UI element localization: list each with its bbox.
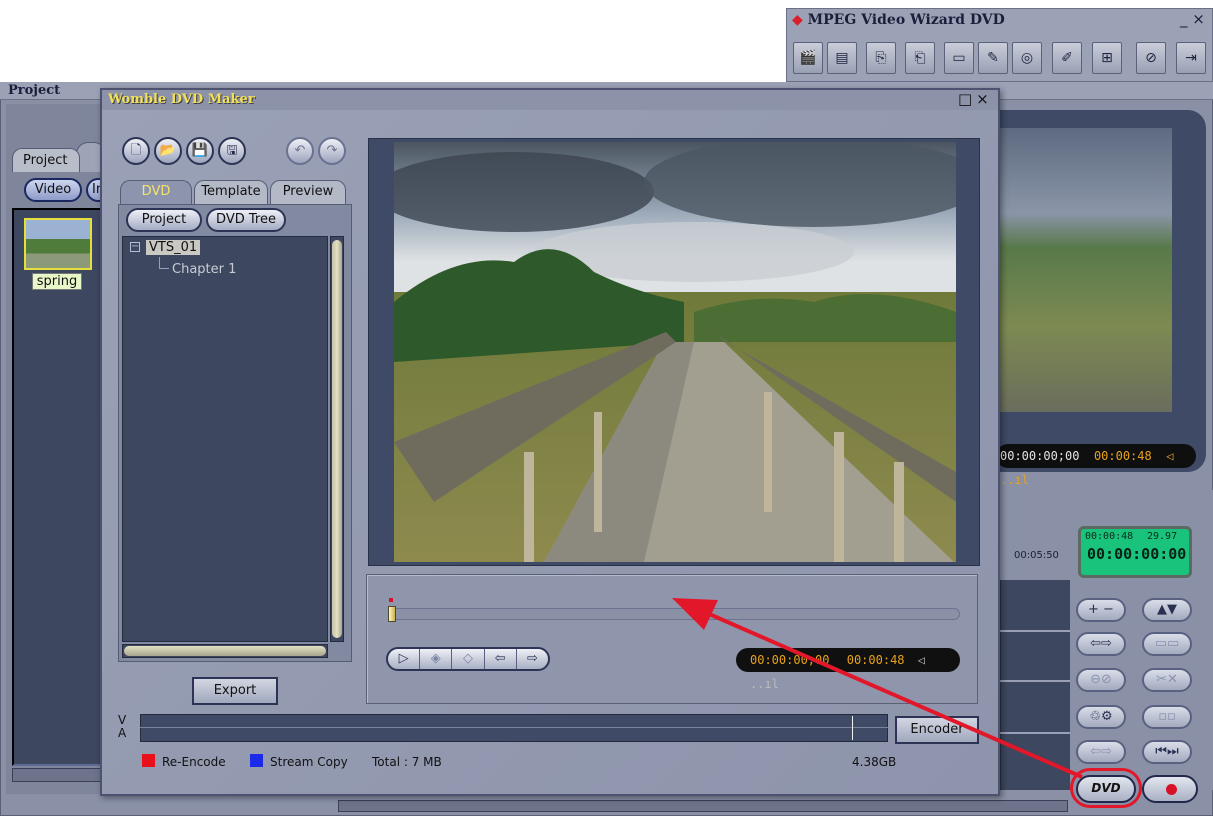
main-time-display: 00:00:00;00 00:00:48 ◁ ..ıl <box>996 444 1196 487</box>
tree-node-vts[interactable]: VTS_01 <box>146 240 201 255</box>
dialog-title: Womble DVD Maker <box>108 92 255 107</box>
tree-node-chapter[interactable]: Chapter 1 <box>172 262 236 277</box>
project-panel-title: Project <box>8 83 61 98</box>
main-current-time: 00:00:00;00 <box>1000 449 1080 463</box>
ruler-icon[interactable]: ▤ <box>827 42 857 74</box>
tab-dvd[interactable]: DVD <box>120 180 192 204</box>
tree-connector <box>159 257 169 269</box>
timeline-tick-label: 00:05:50 <box>1014 550 1059 561</box>
prev-frame-icon[interactable]: ⇦ <box>485 649 517 669</box>
streamcopy-label: Stream Copy <box>270 755 348 769</box>
media-thumbnail-label[interactable]: spring <box>32 273 82 290</box>
split-button[interactable]: ▫▫ <box>1142 705 1192 729</box>
cut-button[interactable]: ✂✕ <box>1142 668 1192 692</box>
wizard-window-controls[interactable]: _ × <box>1180 10 1205 28</box>
redo-icon[interactable]: ↷ <box>318 137 346 165</box>
exit-icon[interactable]: ⇥ <box>1176 42 1206 74</box>
wizard-title: ◆ MPEG Video Wizard DVD <box>792 12 1005 28</box>
import-icon[interactable]: ⎘ <box>866 42 896 74</box>
project-view-button[interactable]: Project <box>126 208 202 232</box>
seek-thumb[interactable] <box>388 606 396 622</box>
audio-track-label: A <box>118 726 127 740</box>
seek-slider[interactable] <box>390 608 960 620</box>
lcd-fps: 29.97 <box>1147 531 1178 542</box>
up-down-button[interactable]: ▲▼ <box>1142 598 1192 622</box>
seek-marker <box>389 598 393 602</box>
edit-icon[interactable]: ✎ <box>978 42 1008 74</box>
disc-capacity-label: 4.38GB <box>852 755 897 769</box>
media-list <box>12 208 104 766</box>
disc-icon[interactable]: ⊘ <box>1136 42 1166 74</box>
dvd-preview-image <box>394 142 956 562</box>
layout-icon[interactable]: ⊞ <box>1092 42 1122 74</box>
timeline-row-divider <box>1000 630 1070 632</box>
tab-preview[interactable]: Preview <box>270 180 346 204</box>
undo-icon[interactable]: ↶ <box>286 137 314 165</box>
new-file-icon[interactable]: 🗋 <box>122 137 150 165</box>
total-size-label: Total : 7 MB <box>372 755 442 769</box>
clapper-icon[interactable]: 🎬 <box>793 42 823 74</box>
record-button[interactable] <box>1142 775 1198 803</box>
save-icon[interactable]: 💾 <box>186 137 214 165</box>
mark-out-icon[interactable]: ◇ <box>452 649 485 669</box>
export-button[interactable]: Export <box>192 677 278 705</box>
lcd-timecode: 00:00:00:00 <box>1087 545 1187 563</box>
zoom-in-out-button[interactable]: + − <box>1076 598 1126 622</box>
dvd-tree-button[interactable]: DVD Tree <box>206 208 286 232</box>
reencode-label: Re-Encode <box>162 755 226 769</box>
dvd-button-highlight-ring <box>1070 768 1142 808</box>
play-icon[interactable]: ▷ <box>388 649 421 669</box>
timecode-lcd: 00:00:48 29.97 00:00:00:00 <box>1078 526 1192 578</box>
undo-redo-button[interactable]: ⇦⇨ <box>1076 632 1126 656</box>
video-filter-button[interactable]: Video <box>24 178 82 202</box>
main-total-time: 00:00:48 <box>1093 449 1152 463</box>
project-tab[interactable]: Project <box>12 148 80 172</box>
paint-icon[interactable]: ✐ <box>1052 42 1082 74</box>
media-list-scrollbar[interactable] <box>12 768 104 782</box>
tab-template[interactable]: Template <box>194 180 268 204</box>
mark-in-icon[interactable]: ◈ <box>420 649 453 669</box>
streamcopy-swatch <box>250 754 263 767</box>
playback-buttons: ▷ ◈ ◇ ⇦ ⇨ <box>386 647 550 671</box>
wizard-title-text: MPEG Video Wizard DVD <box>807 12 1005 28</box>
capacity-bar <box>140 714 888 742</box>
dvd-icon[interactable]: ◎ <box>1012 42 1042 74</box>
timeline-tracks[interactable] <box>1000 580 1070 790</box>
dvd-tree-view <box>122 236 328 642</box>
lcd-duration: 00:00:48 <box>1085 531 1134 542</box>
export-icon[interactable]: ⎗ <box>905 42 935 74</box>
timeline-scrollbar[interactable] <box>338 800 1068 812</box>
dialog-current-time: 00:00:00;00 <box>750 653 830 667</box>
mark-in-out-button[interactable]: ▭▭ <box>1142 632 1192 656</box>
player-control-panel <box>366 574 978 704</box>
dialog-window-controls[interactable]: □× <box>958 90 993 108</box>
collapse-icon[interactable]: − <box>130 242 140 252</box>
record-dot-icon <box>1166 784 1177 795</box>
media-thumbnail[interactable] <box>24 218 92 270</box>
open-folder-icon[interactable]: 📂 <box>154 137 182 165</box>
next-frame-icon[interactable]: ⇨ <box>517 649 548 669</box>
timeline-row-divider <box>1000 732 1070 734</box>
va-labels: V A <box>118 714 126 740</box>
lock-button[interactable]: ⊖⊘ <box>1076 668 1126 692</box>
nudge-button[interactable]: ⇦⇨ <box>1076 740 1126 764</box>
timeline-row-divider <box>1000 680 1070 682</box>
tree-vertical-scroll-thumb[interactable] <box>332 240 342 638</box>
capacity-bar-divider <box>140 727 888 728</box>
capacity-limit-marker <box>852 716 853 740</box>
dialog-total-time: 00:00:48 <box>846 653 905 667</box>
dialog-time-display: 00:00:00;00 00:00:48 ◁ ..ıl <box>736 648 960 691</box>
save-as-icon[interactable]: 🖫 <box>218 137 246 165</box>
caption-icon[interactable]: ▭ <box>944 42 974 74</box>
boardwalk-scene <box>394 142 956 562</box>
encoder-button[interactable]: Encoder <box>895 716 979 744</box>
reencode-swatch <box>142 754 155 767</box>
app-logo-icon: ◆ <box>792 12 803 28</box>
skip-button[interactable]: ⏮⏭ <box>1142 740 1192 764</box>
main-preview-image <box>1000 128 1172 412</box>
effects-button[interactable]: ♲⚙ <box>1076 705 1126 729</box>
tree-horizontal-scroll-thumb[interactable] <box>124 646 326 656</box>
